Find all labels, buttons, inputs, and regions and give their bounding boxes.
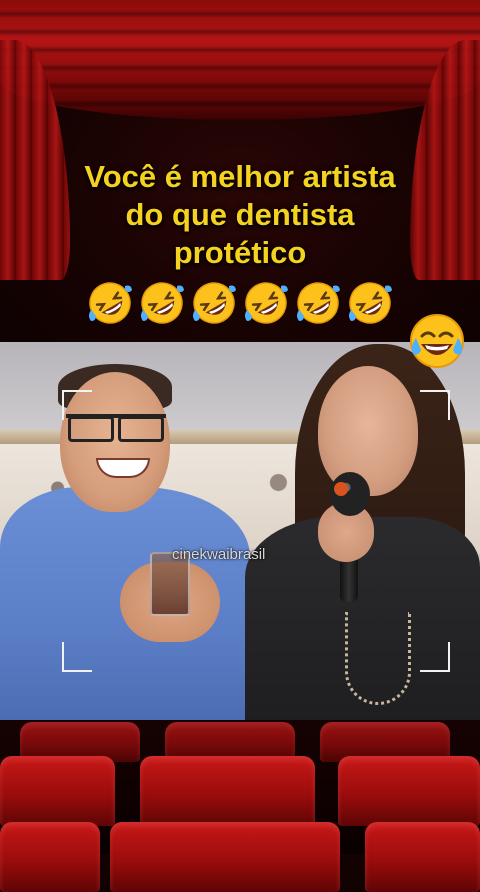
seat xyxy=(338,756,480,826)
focus-corner xyxy=(420,642,450,672)
rolling-on-floor-laughing-emoji xyxy=(245,282,288,324)
rolling-on-floor-laughing-emoji xyxy=(349,282,392,324)
seat xyxy=(110,822,340,892)
caption-line: protético xyxy=(173,235,307,270)
seat xyxy=(140,756,315,826)
caption-line: do que dentista xyxy=(125,197,355,232)
seat xyxy=(0,756,115,826)
seat xyxy=(365,822,480,892)
curtain-valance xyxy=(0,0,480,120)
woman-face xyxy=(318,366,418,496)
caption-line: Você é melhor artista xyxy=(84,159,396,194)
focus-corner xyxy=(420,390,450,420)
rolling-on-floor-laughing-emoji xyxy=(297,282,340,324)
rolling-on-floor-laughing-emoji xyxy=(89,282,132,324)
focus-corner xyxy=(62,390,92,420)
rolling-on-floor-laughing-emoji xyxy=(141,282,184,324)
seat xyxy=(0,822,100,892)
microphone-logo xyxy=(334,482,348,496)
necklace xyxy=(345,612,411,705)
face-with-tears-of-joy-emoji xyxy=(410,314,464,368)
rolling-on-floor-laughing-emoji xyxy=(193,282,236,324)
video-watermark: cinekwaibrasil xyxy=(172,546,266,563)
focus-corner xyxy=(62,642,92,672)
video-frame: cinekwaibrasil xyxy=(0,342,480,720)
meme-caption: Você é melhor artista do que dentista pr… xyxy=(20,158,460,272)
